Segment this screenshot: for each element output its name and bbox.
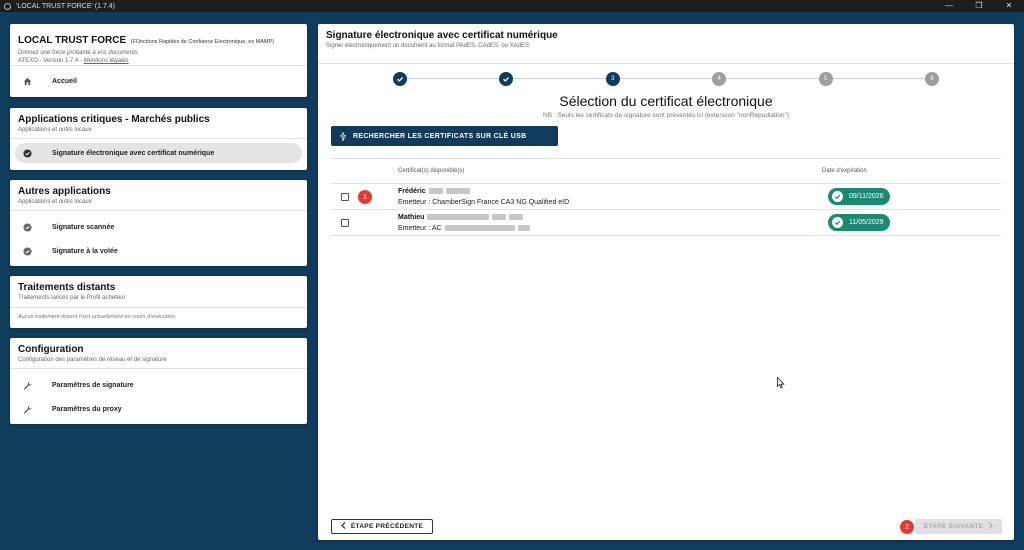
next-step-button[interactable]: ÉTAPE SUIVANTE bbox=[915, 519, 1002, 534]
annotation-badge: 2 bbox=[900, 520, 914, 534]
stepper-line bbox=[400, 78, 932, 79]
other-apps-card: Autres applications Applications et outi… bbox=[10, 180, 307, 266]
certificates-table: Certificat(s) disponible(s) Date d'expir… bbox=[331, 158, 1001, 236]
menu-item-signature-certificat-label: Signature électronique avec certificat n… bbox=[52, 149, 215, 157]
menu-item-signature-params-label: Paramètres de signature bbox=[52, 381, 134, 389]
window-controls: — ❐ ✕ bbox=[934, 0, 1024, 12]
other-apps-subtitle: Applications et outils locaux bbox=[18, 199, 92, 205]
menu-item-home-label: Accueil bbox=[52, 77, 77, 85]
app-version: ATEXO - Version 1.7.4 - bbox=[18, 58, 82, 64]
main-title: Signature électronique avec certificat n… bbox=[326, 30, 558, 41]
menu-item-signature-volee-label: Signature à la volée bbox=[52, 247, 118, 255]
previous-step-button[interactable]: ÉTAPE PRÉCÉDENTE bbox=[331, 519, 433, 534]
check-circle-icon bbox=[22, 222, 32, 232]
stepper: 3 4 5 6 bbox=[393, 72, 939, 86]
check-circle-icon bbox=[22, 148, 32, 158]
critical-apps-card: Applications critiques - Marchés publics… bbox=[10, 108, 307, 170]
table-row[interactable]: 1 Frédéric Emetteur : ChamberSign France… bbox=[331, 184, 1001, 210]
remote-empty-text: Aucun traitement distant n'est actuellem… bbox=[18, 314, 177, 320]
expiration-badge: 11/05/2029 bbox=[828, 214, 890, 231]
menu-item-signature-certificat[interactable]: Signature électronique avec certificat n… bbox=[15, 143, 302, 163]
config-card: Configuration Configuration des paramètr… bbox=[10, 338, 307, 424]
check-circle-icon bbox=[832, 217, 843, 228]
app-tagline: Donnez une force probante à vos document… bbox=[18, 50, 138, 56]
menu-item-signature-params[interactable]: Paramètres de signature bbox=[10, 373, 307, 397]
col-expiration: Date d'expiration bbox=[822, 168, 867, 174]
menu-item-signature-scannee[interactable]: Signature scannée bbox=[10, 215, 307, 239]
check-icon bbox=[397, 76, 404, 82]
maximize-icon[interactable]: ❐ bbox=[964, 0, 994, 12]
usb-icon bbox=[339, 131, 347, 141]
config-title: Configuration bbox=[18, 344, 84, 355]
main-panel: Signature électronique avec certificat n… bbox=[318, 24, 1014, 540]
step-6: 6 bbox=[925, 72, 939, 86]
other-apps-title: Autres applications bbox=[18, 186, 111, 197]
app-version-line: ATEXO - Version 1.7.4 - Mentions légales bbox=[18, 58, 299, 64]
home-icon bbox=[22, 76, 32, 86]
step-4: 4 bbox=[712, 72, 727, 86]
close-icon[interactable]: ✕ bbox=[994, 0, 1024, 12]
row-checkbox[interactable] bbox=[341, 219, 349, 227]
search-usb-button[interactable]: RECHERCHER LES CERTIFICATS SUR CLÉ USB bbox=[331, 126, 558, 146]
step-2 bbox=[499, 72, 514, 86]
menu-item-proxy-params-label: Paramètres du proxy bbox=[52, 405, 122, 413]
step-heading: Sélection du certificat électronique bbox=[559, 93, 773, 109]
search-usb-label: RECHERCHER LES CERTIFICATS SUR CLÉ USB bbox=[353, 132, 527, 140]
config-subtitle: Configuration des paramètres de réseau e… bbox=[18, 357, 167, 363]
next-step-label: ÉTAPE SUIVANTE bbox=[923, 523, 984, 530]
critical-apps-title: Applications critiques - Marchés publics bbox=[18, 114, 210, 125]
legal-link[interactable]: Mentions légales bbox=[84, 58, 129, 64]
minimize-icon[interactable]: — bbox=[934, 0, 964, 12]
check-circle-icon bbox=[832, 191, 843, 202]
main-header: Signature électronique avec certificat n… bbox=[318, 24, 1014, 64]
table-header: Certificat(s) disponible(s) Date d'expir… bbox=[331, 158, 1001, 184]
app-info-card: LOCAL TRUST FORCE (FOnctions Rapides de … bbox=[10, 24, 307, 97]
menu-item-signature-scannee-label: Signature scannée bbox=[52, 223, 115, 231]
check-icon bbox=[503, 76, 510, 82]
app-icon bbox=[4, 2, 11, 10]
window-titlebar: 'LOCAL TRUST FORCE' (1.7.4) — ❐ ✕ bbox=[0, 0, 1024, 12]
cert-issuer: Emetteur : ChamberSign France CA3 NG Qua… bbox=[398, 199, 570, 206]
row-checkbox[interactable] bbox=[341, 193, 349, 201]
table-row[interactable]: Mathieu Emetteur : AC 11/05/2029 bbox=[331, 210, 1001, 236]
step-1 bbox=[393, 72, 407, 86]
step-note: NB : Seuls les certificats de signature … bbox=[543, 112, 789, 119]
previous-step-label: ÉTAPE PRÉCÉDENTE bbox=[350, 523, 424, 530]
wrench-icon bbox=[22, 380, 32, 390]
step-5: 5 bbox=[818, 72, 833, 86]
main-subtitle: Signer électroniquement un document au f… bbox=[326, 43, 530, 49]
check-circle-icon bbox=[22, 246, 32, 256]
app-title-line: LOCAL TRUST FORCE (FOnctions Rapides de … bbox=[18, 30, 299, 48]
remote-card: Traitements distants Traitements lancés … bbox=[10, 276, 307, 328]
wrench-icon bbox=[22, 404, 32, 414]
window-title: 'LOCAL TRUST FORCE' (1.7.4) bbox=[16, 2, 116, 10]
app-title-suffix: (FOnctions Rapides de Confiance Electron… bbox=[130, 39, 274, 45]
chevron-left-icon bbox=[341, 522, 346, 531]
mouse-cursor-icon bbox=[777, 376, 785, 394]
menu-item-home[interactable]: Accueil bbox=[10, 66, 307, 96]
cert-name: Mathieu bbox=[398, 214, 524, 221]
menu-item-proxy-params[interactable]: Paramètres du proxy bbox=[10, 397, 307, 421]
col-certificates: Certificat(s) disponible(s) bbox=[398, 168, 465, 174]
expiration-badge: 09/11/2026 bbox=[828, 188, 890, 205]
annotation-badge: 1 bbox=[358, 190, 372, 204]
remote-title: Traitements distants bbox=[18, 282, 116, 293]
app-title: LOCAL TRUST FORCE bbox=[18, 35, 127, 46]
step-3: 3 bbox=[605, 72, 620, 86]
expiration-date: 11/05/2029 bbox=[849, 219, 884, 226]
menu-item-signature-volee[interactable]: Signature à la volée bbox=[10, 239, 307, 263]
cert-issuer: Emetteur : AC bbox=[398, 225, 530, 232]
remote-subtitle: Traitements lancés par le Profil acheteu… bbox=[18, 295, 126, 301]
critical-apps-subtitle: Applications et outils locaux bbox=[18, 127, 92, 133]
chevron-right-icon bbox=[988, 522, 994, 531]
cert-name: Frédéric bbox=[398, 188, 470, 195]
expiration-date: 09/11/2026 bbox=[849, 193, 884, 200]
